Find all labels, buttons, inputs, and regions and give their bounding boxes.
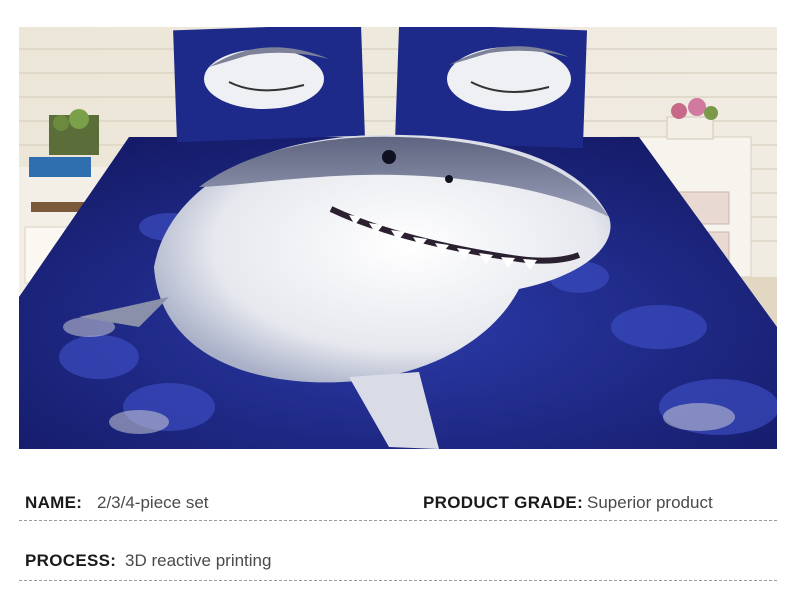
shark-bedding-image <box>19 27 777 449</box>
specs-row-process: PROCESS: 3D reactive printing <box>19 520 777 581</box>
name-label: NAME: <box>25 493 83 512</box>
product-photo <box>19 27 777 449</box>
process-value: 3D reactive printing <box>125 551 272 570</box>
left-pillow <box>173 27 365 143</box>
specs-row-name-grade: NAME: 2/3/4-piece set PRODUCT GRADE: Sup… <box>19 449 777 521</box>
process-label: PROCESS: <box>25 551 117 570</box>
name-value: 2/3/4-piece set <box>97 493 209 512</box>
product-specs: NAME: 2/3/4-piece set PRODUCT GRADE: Sup… <box>19 449 777 595</box>
product-grade-value: Superior product <box>587 493 713 512</box>
right-pillow <box>394 27 588 149</box>
product-grade-label: PRODUCT GRADE: <box>423 493 584 512</box>
